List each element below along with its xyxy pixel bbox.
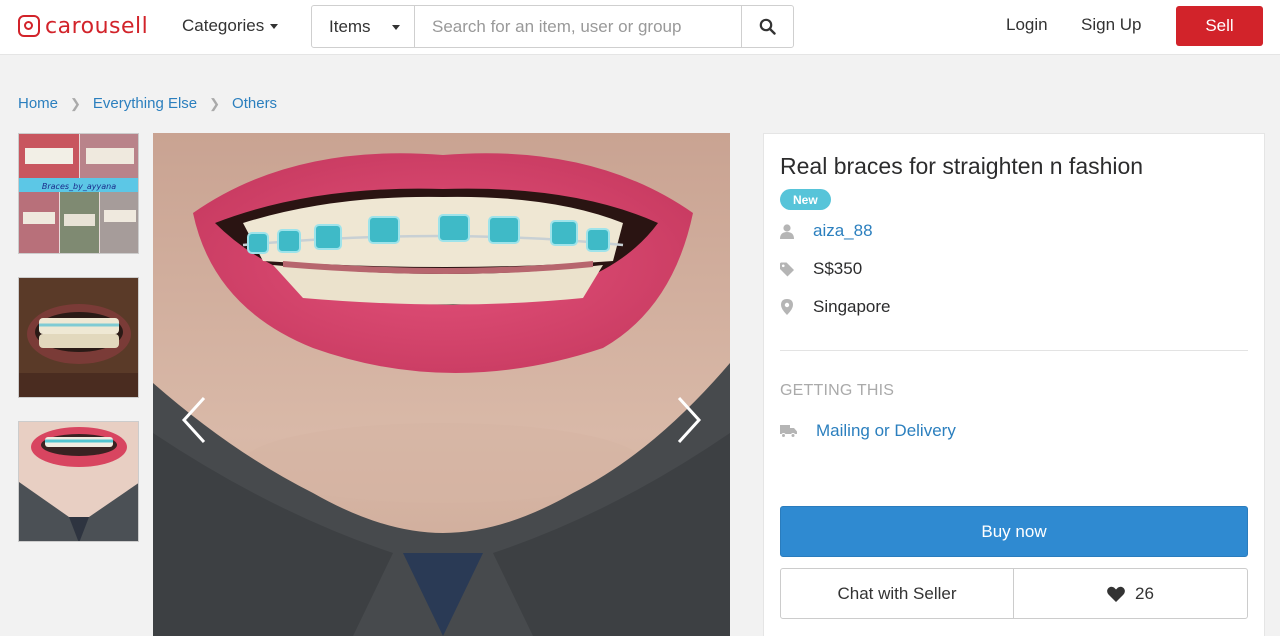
condition-badge: New	[780, 189, 831, 210]
breadcrumb: Home ❯ Everything Else ❯ Others	[18, 95, 277, 112]
price-row: S$350	[780, 259, 862, 279]
caret-down-icon	[392, 25, 400, 30]
signup-link[interactable]: Sign Up	[1081, 15, 1141, 35]
sell-button[interactable]: Sell	[1176, 6, 1263, 46]
chevron-right-icon: ❯	[70, 95, 81, 111]
categories-label: Categories	[182, 16, 265, 35]
thumbnail-3[interactable]	[18, 421, 139, 542]
delivery-row: Mailing or Delivery	[780, 421, 956, 441]
next-image-button[interactable]	[673, 395, 703, 445]
search-type-label: Items	[329, 16, 371, 36]
chevron-right-icon: ❯	[209, 95, 221, 111]
truck-icon	[780, 423, 797, 439]
thumbnail-braces-image	[19, 422, 138, 541]
braces-smile-photo	[153, 133, 730, 636]
map-pin-icon	[780, 299, 794, 315]
chevron-right-icon	[677, 396, 702, 444]
carousell-logo[interactable]: carousell	[18, 13, 148, 39]
like-button[interactable]: 26	[1014, 569, 1247, 618]
listing-title: Real braces for straighten n fashion	[780, 153, 1144, 179]
tag-icon	[780, 261, 794, 277]
secondary-actions: Chat with Seller 26	[780, 568, 1248, 619]
user-icon	[780, 223, 794, 239]
seller-row: aiza_88	[780, 221, 873, 241]
login-link[interactable]: Login	[1006, 15, 1048, 35]
search-button[interactable]	[741, 6, 793, 47]
thumbnail-smile-image	[19, 278, 138, 397]
heart-icon	[1107, 586, 1125, 602]
delivery-option-link[interactable]: Mailing or Delivery	[816, 421, 956, 441]
breadcrumb-home[interactable]: Home	[18, 95, 58, 112]
search-icon	[759, 18, 776, 35]
thumbnail-1[interactable]: Braces_by_ayyana	[18, 133, 139, 254]
search-type-select[interactable]: Items	[312, 6, 415, 47]
like-count: 26	[1135, 583, 1154, 603]
location-value: Singapore	[813, 297, 891, 316]
caret-down-icon	[270, 23, 279, 29]
chat-with-seller-button[interactable]: Chat with Seller	[781, 569, 1014, 618]
chevron-left-icon	[181, 396, 206, 444]
categories-dropdown[interactable]: Categories	[182, 16, 279, 36]
listing-details-panel: Real braces for straighten n fashion New…	[763, 133, 1265, 636]
breadcrumb-others[interactable]: Others	[232, 95, 277, 112]
seller-username-link[interactable]: aiza_88	[813, 221, 873, 241]
thumbnail-2[interactable]	[18, 277, 139, 398]
getting-this-heading: GETTING THIS	[780, 382, 895, 399]
carousell-logo-icon	[18, 15, 40, 37]
logo-text: carousell	[45, 13, 149, 39]
price-value: S$350	[813, 259, 863, 278]
location-row: Singapore	[780, 297, 891, 317]
search-input[interactable]	[415, 6, 741, 47]
previous-image-button[interactable]	[180, 395, 210, 445]
divider	[780, 350, 1248, 351]
thumbnail-collage-image: Braces_by_ayyana	[19, 134, 138, 253]
breadcrumb-everything-else[interactable]: Everything Else	[93, 95, 197, 112]
thumbnail-caption: Braces_by_ayyana	[42, 182, 116, 191]
buy-now-button[interactable]: Buy now	[780, 506, 1248, 557]
main-product-image	[153, 133, 730, 636]
top-nav: carousell Categories Items Login Sign Up…	[0, 0, 1280, 55]
search-bar: Items	[311, 5, 794, 48]
